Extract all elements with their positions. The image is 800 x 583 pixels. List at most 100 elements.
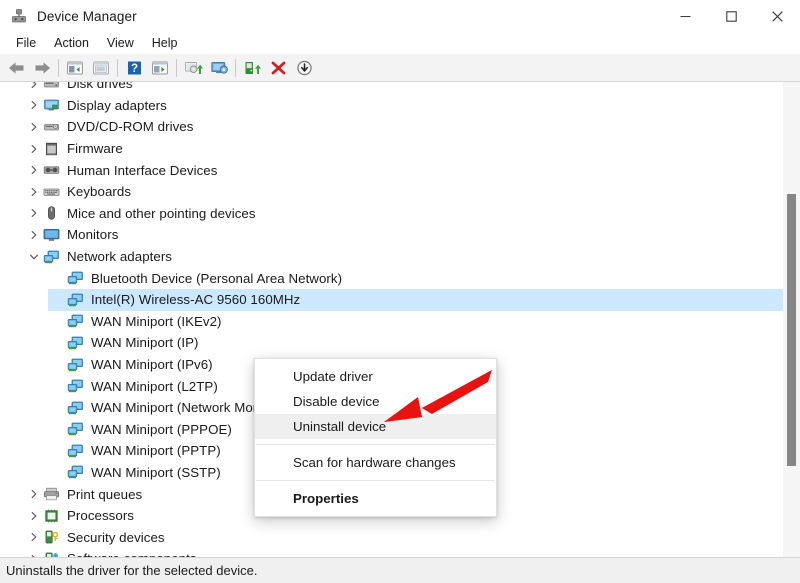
tree-row-label: Disk drives [67, 82, 133, 92]
tree-row-label: WAN Miniport (L2TP) [91, 378, 218, 394]
processor-icon [43, 508, 60, 524]
context-menu-item[interactable]: Update driver [255, 364, 496, 389]
chevron-right-icon[interactable] [27, 82, 40, 90]
tree-row[interactable]: Keyboards [0, 181, 800, 203]
toolbar-separator [235, 58, 236, 77]
network-adapter-icon [67, 464, 84, 480]
context-menu[interactable]: Update driver Disable device Uninstall dev… [254, 358, 497, 517]
uninstall-device-icon[interactable] [265, 56, 291, 80]
disk-drive-icon [43, 82, 60, 92]
context-menu-separator [256, 480, 495, 481]
tree-row-label: Processors [67, 508, 135, 524]
network-adapter-icon [67, 443, 84, 459]
tree-row[interactable]: Network adapters [0, 246, 800, 268]
tree-row[interactable]: WAN Miniport (IP) [0, 332, 800, 354]
tree-row-label: WAN Miniport (IKEv2) [91, 313, 222, 329]
svg-text:?: ? [130, 63, 137, 75]
menu-action[interactable]: Action [45, 34, 98, 52]
network-adapter-icon [67, 378, 84, 394]
network-adapter-icon [67, 270, 84, 286]
dvd-drive-icon [43, 119, 60, 135]
context-menu-item[interactable]: Uninstall device [255, 414, 496, 439]
tree-row-label: WAN Miniport (IP) [91, 335, 199, 351]
chevron-right-icon[interactable] [27, 207, 40, 220]
network-adapter-icon [67, 292, 84, 308]
tree-row-label: Monitors [67, 227, 119, 243]
device-tree-panel[interactable]: Disk drives Display adapters DVD/CD-ROM dr… [0, 82, 800, 557]
monitor-icon [43, 227, 60, 243]
disable-device-icon[interactable] [291, 56, 317, 80]
chevron-right-icon[interactable] [27, 120, 40, 133]
chevron-right-icon[interactable] [27, 164, 40, 177]
back-icon[interactable] [3, 56, 29, 80]
scan-for-hardware-changes-icon[interactable] [206, 56, 232, 80]
forward-icon[interactable] [29, 56, 55, 80]
display-adapter-icon [43, 97, 60, 113]
enable-device-icon[interactable] [239, 56, 265, 80]
context-menu-item[interactable]: Scan for hardware changes [255, 450, 496, 475]
tree-row[interactable]: Firmware [0, 138, 800, 160]
keyboard-icon [43, 184, 60, 200]
context-menu-item[interactable]: Disable device [255, 389, 496, 414]
properties-icon[interactable] [88, 56, 114, 80]
toolbar-separator [58, 58, 59, 77]
scrollbar-thumb[interactable] [787, 194, 796, 466]
hid-icon [43, 162, 60, 178]
context-menu-item[interactable]: Properties [255, 486, 496, 511]
title-bar: Device Manager [0, 0, 800, 32]
maximize-button[interactable] [708, 0, 754, 32]
firmware-icon [43, 141, 60, 157]
chevron-right-icon[interactable] [27, 142, 40, 155]
chevron-right-icon[interactable] [27, 185, 40, 198]
menu-view[interactable]: View [98, 34, 143, 52]
tree-row-label: Firmware [67, 141, 123, 157]
mouse-icon [43, 205, 60, 221]
vertical-scrollbar[interactable] [783, 82, 800, 557]
menu-file[interactable]: File [7, 34, 45, 52]
window-title: Device Manager [37, 8, 137, 24]
network-adapter-icon [67, 421, 84, 437]
tree-row-label: WAN Miniport (PPTP) [91, 443, 221, 459]
device-manager-icon [11, 8, 27, 24]
tree-row[interactable]: Human Interface Devices [0, 159, 800, 181]
chevron-right-icon[interactable] [27, 509, 40, 522]
tree-row-label: Bluetooth Device (Personal Area Network) [91, 270, 343, 286]
toolbar: ? [0, 54, 800, 82]
help-icon[interactable]: ? [121, 56, 147, 80]
chevron-right-icon[interactable] [27, 488, 40, 501]
chevron-right-icon[interactable] [27, 531, 40, 544]
tree-row-label: Software components [67, 551, 197, 557]
toolbar-separator [117, 58, 118, 77]
chevron-down-icon[interactable] [27, 250, 40, 263]
show-hide-action-pane-icon[interactable] [147, 56, 173, 80]
network-adapter-icon [43, 249, 60, 265]
minimize-button[interactable] [662, 0, 708, 32]
chevron-right-icon[interactable] [27, 552, 40, 557]
tree-row[interactable]: Disk drives [0, 82, 800, 95]
tree-row[interactable]: Software components [0, 548, 800, 557]
menu-help[interactable]: Help [143, 34, 187, 52]
close-button[interactable] [754, 0, 800, 32]
device-manager-window: Device Manager File Action View Help ? D… [0, 0, 800, 583]
software-component-icon [43, 551, 60, 557]
tree-row[interactable]: Display adapters [0, 95, 800, 117]
tree-row-selected[interactable]: Intel(R) Wireless-AC 9560 160MHz [0, 288, 800, 311]
tree-row-label: Mice and other pointing devices [67, 205, 256, 221]
window-controls [662, 0, 800, 32]
tree-row[interactable]: Security devices [0, 526, 800, 548]
chevron-right-icon[interactable] [27, 228, 40, 241]
tree-row-label: Network adapters [67, 249, 173, 265]
tree-row-label: Print queues [67, 486, 143, 502]
network-adapter-icon [67, 357, 84, 373]
chevron-right-icon[interactable] [27, 99, 40, 112]
show-hide-console-tree-icon[interactable] [62, 56, 88, 80]
update-driver-icon[interactable] [180, 56, 206, 80]
tree-row[interactable]: WAN Miniport (IKEv2) [0, 311, 800, 333]
tree-row[interactable]: Monitors [0, 224, 800, 246]
toolbar-separator [176, 58, 177, 77]
status-text: Uninstalls the driver for the selected d… [6, 563, 258, 578]
tree-row[interactable]: Bluetooth Device (Personal Area Network) [0, 267, 800, 289]
tree-row[interactable]: DVD/CD-ROM drives [0, 116, 800, 138]
tree-row[interactable]: Mice and other pointing devices [0, 203, 800, 225]
context-menu-separator [256, 444, 495, 445]
